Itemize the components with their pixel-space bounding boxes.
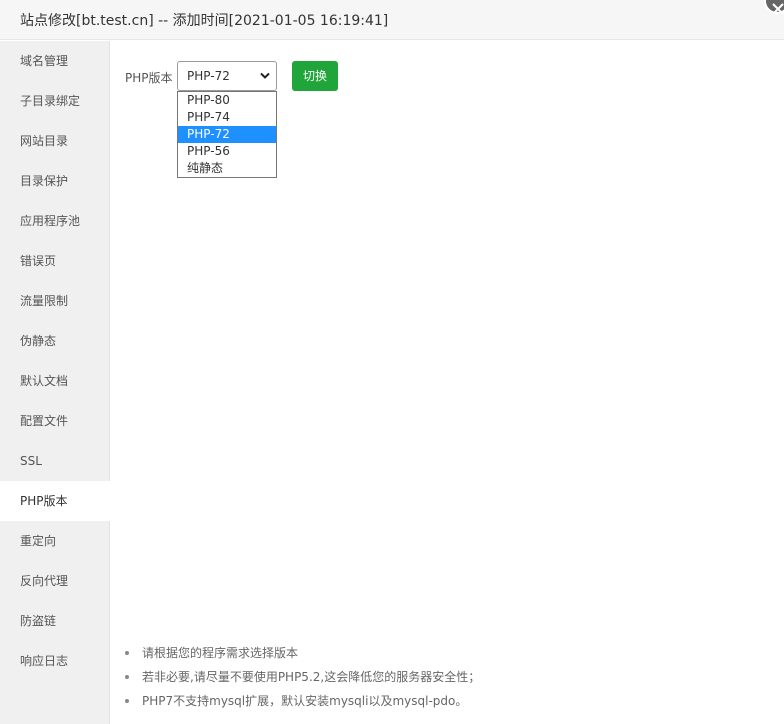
sidebar-item-default-doc[interactable]: 默认文档: [0, 361, 110, 401]
php-version-label: PHP版本: [125, 71, 173, 85]
close-icon: [772, 3, 784, 15]
sidebar-item-hotlink[interactable]: 防盗链: [0, 601, 110, 641]
php-option-74[interactable]: PHP-74: [178, 109, 276, 126]
bullet-icon: [125, 699, 129, 703]
php-version-dropdown: PHP-80 PHP-74 PHP-72 PHP-56 纯静态: [177, 91, 277, 178]
bullet-icon: [125, 651, 129, 655]
switch-button[interactable]: 切换: [292, 61, 338, 91]
sidebar-item-traffic-limit[interactable]: 流量限制: [0, 281, 110, 321]
sidebar-item-directory-protect[interactable]: 目录保护: [0, 161, 110, 201]
sidebar-item-site-directory[interactable]: 网站目录: [0, 121, 110, 161]
sidebar-item-redirect[interactable]: 重定向: [0, 521, 110, 561]
php-option-80[interactable]: PHP-80: [178, 92, 276, 109]
tip-text: 请根据您的程序需求选择版本: [142, 646, 299, 660]
bullet-icon: [125, 675, 129, 679]
php-version-select[interactable]: PHP-72: [177, 61, 277, 91]
sidebar-item-rewrite[interactable]: 伪静态: [0, 321, 110, 361]
php-version-selected-value: PHP-72: [187, 69, 230, 83]
tip-text: 若非必要,请尽量不要使用PHP5.2,这会降低您的服务器安全性；: [142, 670, 481, 684]
sidebar: 域名管理 子目录绑定 网站目录 目录保护 应用程序池 错误页 流量限制 伪静态 …: [0, 41, 111, 724]
tip-text: PHP7不支持mysql扩展，默认安装mysqli以及mysql-pdo。: [142, 694, 468, 708]
sidebar-item-config-file[interactable]: 配置文件: [0, 401, 110, 441]
php-option-static[interactable]: 纯静态: [178, 160, 276, 177]
sidebar-item-subdirectory[interactable]: 子目录绑定: [0, 81, 110, 121]
dialog-titlebar: 站点修改[bt.test.cn] -- 添加时间[2021-01-05 16:1…: [0, 0, 784, 40]
sidebar-item-app-pool[interactable]: 应用程序池: [0, 201, 110, 241]
sidebar-item-response-log[interactable]: 响应日志: [0, 641, 110, 681]
sidebar-item-reverse-proxy[interactable]: 反向代理: [0, 561, 110, 601]
chevron-down-icon: [260, 72, 270, 79]
php-option-56[interactable]: PHP-56: [178, 143, 276, 160]
sidebar-item-error-page[interactable]: 错误页: [0, 241, 110, 281]
php-option-72[interactable]: PHP-72: [178, 126, 276, 143]
dialog-title: 站点修改[bt.test.cn] -- 添加时间[2021-01-05 16:1…: [20, 13, 389, 29]
sidebar-item-ssl[interactable]: SSL: [0, 441, 110, 481]
site-edit-dialog: 站点修改[bt.test.cn] -- 添加时间[2021-01-05 16:1…: [0, 0, 784, 724]
php-version-panel: PHP版本 PHP-72 PHP-80 PHP-74 PHP-72 PHP-56…: [110, 41, 784, 724]
sidebar-item-domain[interactable]: 域名管理: [0, 41, 110, 81]
sidebar-item-php-version[interactable]: PHP版本: [0, 481, 111, 521]
